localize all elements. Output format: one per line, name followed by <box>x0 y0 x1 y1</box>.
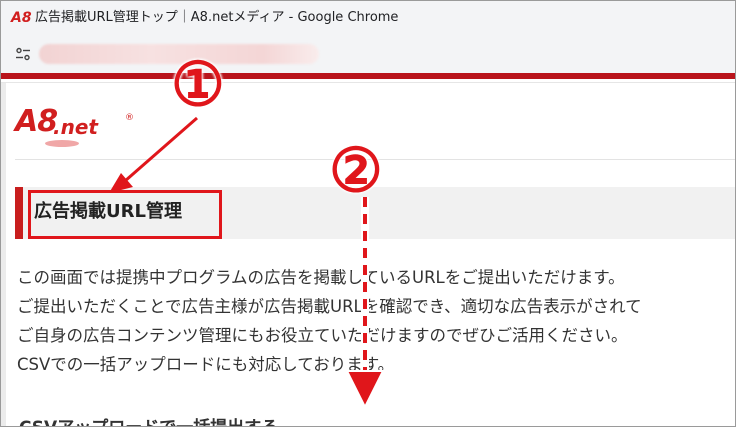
annotation-highlight-box <box>28 190 222 239</box>
logo-registered-mark: ® <box>125 113 134 123</box>
logo-swoosh <box>45 140 79 147</box>
heading-accent-bar <box>15 187 23 239</box>
logo-main: A8 <box>15 104 58 139</box>
browser-window: A8 広告掲載URL管理トップ｜A8.netメディア - Google Chro… <box>0 0 736 427</box>
description-line: ご提出いただくことで広告主様が広告掲載URLを確認でき、適切な広告表示がされて <box>17 297 642 316</box>
page-left-rail <box>1 83 6 426</box>
annotation-marker-1: ① <box>171 50 225 120</box>
window-title: 広告掲載URL管理トップ｜A8.netメディア - Google Chrome <box>35 10 399 25</box>
description-line: この画面では提携中プログラムの広告を掲載しているURLをご提出いただけます。 <box>17 268 625 287</box>
page-description: この画面では提携中プログラムの広告を掲載しているURLをご提出いただけます。 ご… <box>17 263 735 379</box>
a8net-logo[interactable]: A8 .net ® <box>15 107 135 147</box>
description-line: ご自身の広告コンテンツ管理にもお役立ていただけますのでぜひご活用ください。 <box>17 326 628 345</box>
tune-icon[interactable] <box>15 46 31 62</box>
a8-app-icon: A8 <box>11 10 32 26</box>
csv-upload-section-heading: CSVアップロードで一括提出する <box>19 416 278 426</box>
logo-suffix: .net <box>53 115 98 139</box>
description-line: CSVでの一括アップロードにも対応しております。 <box>17 355 395 374</box>
title-bar: A8 広告掲載URL管理トップ｜A8.netメディア - Google Chro… <box>1 1 735 35</box>
annotation-marker-2: ② <box>329 136 383 206</box>
address-bar[interactable] <box>1 35 735 73</box>
